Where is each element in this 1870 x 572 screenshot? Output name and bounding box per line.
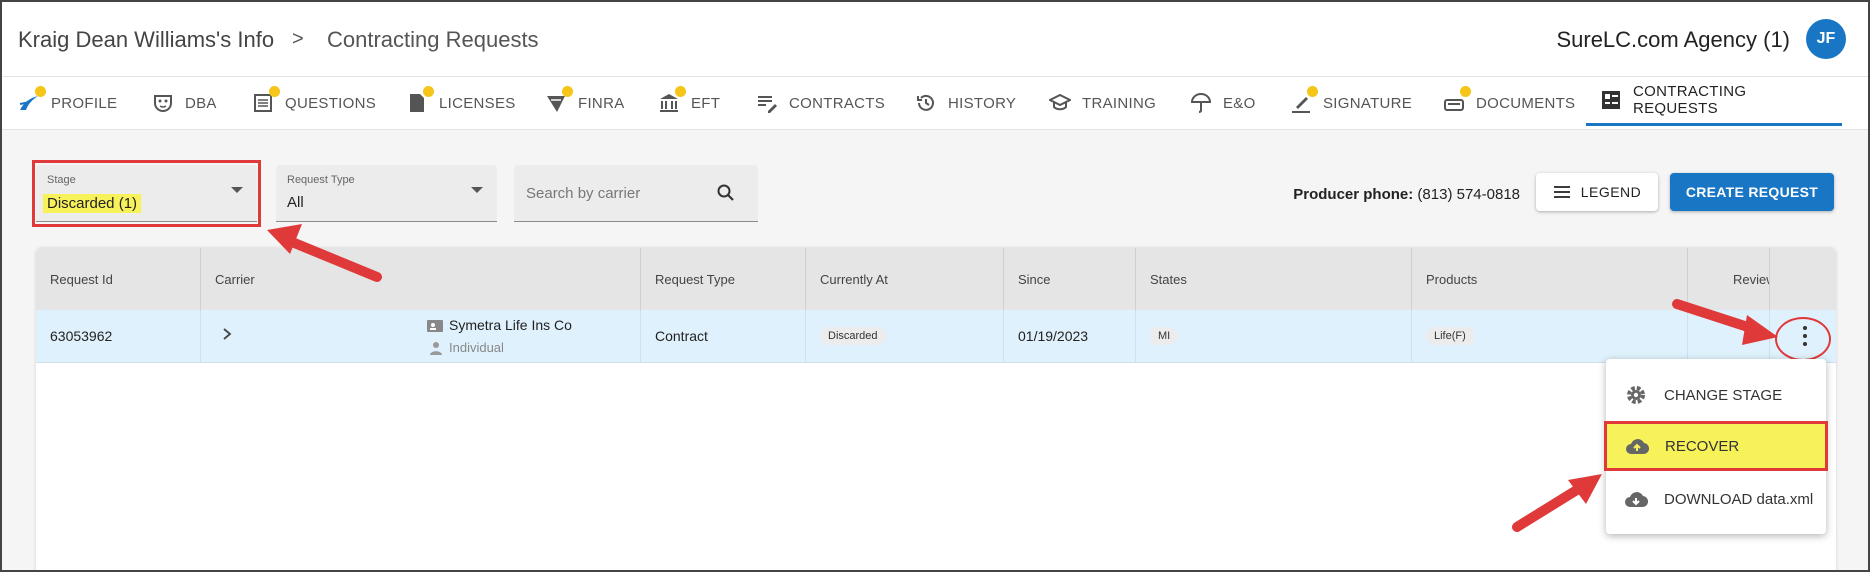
arrow-to-stage	[267, 224, 382, 282]
arrow-to-kebab	[1672, 299, 1778, 345]
app-window: Kraig Dean Williams's Info > Contracting…	[0, 0, 1870, 572]
annotation-arrows	[267, 224, 1778, 532]
arrow-to-recover	[1512, 474, 1602, 532]
